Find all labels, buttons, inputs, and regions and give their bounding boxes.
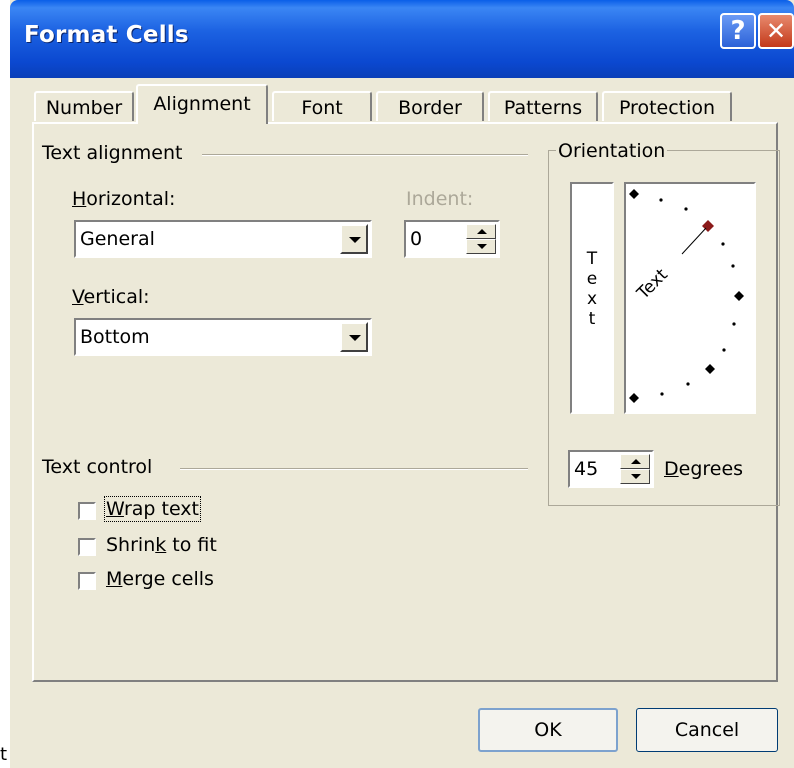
dial-dot: [686, 382, 690, 386]
diamond-marker-minus45: [705, 364, 715, 374]
ok-button[interactable]: OK: [478, 708, 618, 752]
close-button[interactable]: ✕: [758, 13, 794, 49]
degrees-spinner[interactable]: 45: [568, 450, 654, 488]
shrink-to-fit-label[interactable]: Shrink to fit: [106, 534, 217, 556]
dial-dot: [721, 242, 725, 246]
vertical-text-char: t: [588, 309, 596, 329]
vertical-text-char: T: [586, 249, 598, 269]
format-cells-dialog: Format Cells ? ✕ Number Alignment Font B…: [10, 0, 794, 768]
indent-value: 0: [410, 228, 423, 250]
diamond-marker-90: [629, 189, 639, 199]
tab-protection[interactable]: Protection: [602, 91, 732, 121]
merge-cells-label[interactable]: Merge cells: [106, 568, 214, 590]
stray-text: t: [0, 744, 8, 765]
tab-patterns[interactable]: Patterns: [488, 91, 598, 121]
indent-up-button[interactable]: [466, 224, 496, 239]
arrow-up-icon: [631, 459, 641, 464]
indent-label: Indent:: [406, 188, 474, 210]
vertical-value: Bottom: [80, 326, 150, 348]
tab-alignment[interactable]: Alignment: [136, 84, 268, 124]
orientation-group-label: Orientation: [556, 140, 668, 162]
arrow-down-icon: [477, 244, 487, 249]
title-bar[interactable]: Format Cells ? ✕: [10, 0, 794, 78]
orientation-dial[interactable]: Text: [624, 182, 756, 414]
cancel-button[interactable]: Cancel: [636, 708, 778, 752]
degrees-up-button[interactable]: [620, 454, 650, 469]
vertical-text-char: x: [586, 289, 598, 309]
wrap-text-checkbox[interactable]: [78, 502, 96, 520]
text-alignment-divider: [202, 154, 528, 156]
help-icon: ?: [730, 16, 746, 46]
shrink-to-fit-checkbox[interactable]: [78, 538, 96, 556]
tab-number[interactable]: Number: [34, 91, 134, 121]
diamond-marker-0: [734, 291, 744, 301]
close-icon: ✕: [765, 17, 787, 45]
chevron-down-icon: [349, 237, 361, 243]
degrees-down-button[interactable]: [620, 469, 650, 484]
alignment-panel: Text alignment Horizontal: General Inden…: [32, 122, 780, 682]
dialog-title: Format Cells: [24, 22, 189, 48]
arrow-down-icon: [631, 474, 641, 479]
angle-pointer-line: [681, 227, 707, 255]
dial-text: Text: [633, 265, 672, 304]
vertical-text-char: e: [586, 269, 598, 289]
help-button[interactable]: ?: [720, 13, 756, 49]
tab-font[interactable]: Font: [272, 91, 372, 121]
wrap-text-label[interactable]: Wrap text: [104, 496, 201, 522]
chevron-down-icon: [349, 335, 361, 341]
dial-dot: [731, 264, 735, 268]
dial-dot: [660, 392, 664, 396]
orientation-dial-graphic: Text: [629, 189, 744, 403]
merge-cells-checkbox[interactable]: [78, 572, 96, 590]
horizontal-select[interactable]: General: [74, 220, 372, 258]
indent-spinner[interactable]: 0: [404, 220, 500, 258]
vertical-text-button[interactable]: T e x t: [570, 182, 614, 414]
dial-dot: [732, 322, 736, 326]
vertical-dropdown-button[interactable]: [340, 322, 368, 352]
tab-strip: Number Alignment Font Border Patterns Pr…: [10, 78, 794, 124]
dial-dot: [722, 348, 726, 352]
dial-dot: [659, 198, 663, 202]
indent-down-button[interactable]: [466, 239, 496, 254]
text-control-group-label: Text control: [42, 456, 153, 478]
text-control-divider: [180, 468, 528, 470]
text-alignment-group-label: Text alignment: [42, 142, 183, 164]
horizontal-dropdown-button[interactable]: [340, 224, 368, 254]
degrees-value: 45: [574, 458, 599, 480]
horizontal-value: General: [80, 228, 155, 250]
horizontal-label: Horizontal:: [72, 188, 176, 210]
degrees-label: Degrees: [664, 458, 744, 480]
dial-dot: [684, 207, 688, 211]
tab-border[interactable]: Border: [376, 91, 484, 121]
vertical-label: Vertical:: [72, 286, 150, 308]
arrow-up-icon: [477, 229, 487, 234]
vertical-select[interactable]: Bottom: [74, 318, 372, 356]
diamond-marker-minus90: [629, 393, 639, 403]
